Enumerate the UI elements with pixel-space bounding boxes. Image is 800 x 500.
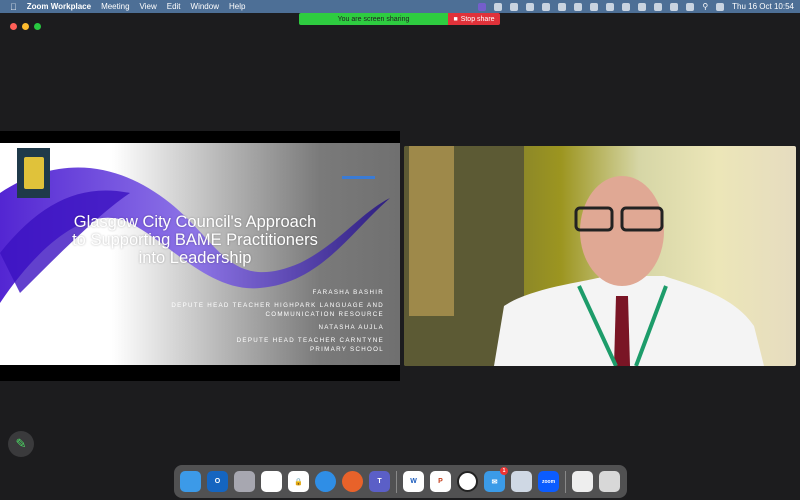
presentation-slide: Glasgow City Council's Approach to Suppo…: [0, 143, 400, 365]
dock-powerpoint-icon[interactable]: P: [430, 471, 451, 492]
status-icon[interactable]: [590, 2, 599, 11]
clock[interactable]: Thu 16 Oct 10:54: [732, 2, 794, 11]
dock: O 🔒 T W P ✉ 1 zoom: [174, 465, 627, 498]
stop-icon: ■: [453, 15, 458, 23]
status-icon[interactable]: [622, 2, 631, 11]
participant-video[interactable]: [404, 146, 796, 366]
dock-word-icon[interactable]: W: [403, 471, 424, 492]
stop-share-label: Stop share: [460, 15, 495, 23]
dock-divider: [396, 470, 397, 493]
screen-share-bar: You are screen sharing ■ Stop share: [299, 13, 500, 25]
dock-mail-icon[interactable]: ✉ 1: [484, 467, 508, 492]
cloud-icon[interactable]: [542, 2, 551, 11]
play-icon[interactable]: [654, 2, 663, 11]
search-icon[interactable]: ⚲: [702, 2, 708, 11]
presenter-role: DEPUTE HEAD TEACHER HIGHPARK LANGUAGE AN…: [171, 302, 384, 318]
status-area: ⚲ Thu 16 Oct 10:54: [478, 0, 794, 13]
dock-firefox-icon[interactable]: [342, 471, 363, 492]
dock-outlook-icon[interactable]: O: [207, 471, 228, 492]
wifi-icon[interactable]: [686, 2, 695, 11]
menu-bar:  Zoom Workplace Meeting View Edit Windo…: [0, 0, 800, 13]
minimize-window-button[interactable]: [22, 23, 29, 30]
dock-launchpad-icon[interactable]: [234, 471, 255, 492]
zoom-window-button[interactable]: [34, 23, 41, 30]
dock-school-app-icon[interactable]: [261, 471, 282, 492]
dock-safari-icon[interactable]: [315, 471, 336, 492]
mail-badge: 1: [500, 467, 508, 475]
presenter-role: DEPUTE HEAD TEACHER CARNTYNE PRIMARY SCH…: [236, 337, 384, 353]
dock-divider: [565, 470, 566, 493]
menu-edit[interactable]: Edit: [167, 2, 181, 11]
close-window-button[interactable]: [10, 23, 17, 30]
status-icon[interactable]: [638, 2, 647, 11]
accent-line: [342, 176, 375, 179]
zoom-label: zoom: [541, 478, 556, 485]
glasgow-logo: [17, 148, 50, 198]
presenter-name: FARASHA BASHIR: [312, 289, 384, 296]
status-icon[interactable]: [510, 2, 519, 11]
status-icon[interactable]: [526, 2, 535, 11]
menu-help[interactable]: Help: [229, 2, 245, 11]
dock-clock-icon[interactable]: [457, 471, 478, 492]
dock-finder-icon[interactable]: [180, 471, 201, 492]
status-icon[interactable]: [606, 2, 615, 11]
status-icon[interactable]: [494, 2, 503, 11]
annotate-button[interactable]: ✎: [8, 431, 34, 457]
dock-photos-icon[interactable]: [572, 471, 593, 492]
dock-trash-icon[interactable]: [599, 471, 620, 492]
dock-lock-icon[interactable]: 🔒: [288, 471, 309, 492]
apple-icon[interactable]: : [10, 2, 17, 12]
menu-view[interactable]: View: [140, 2, 157, 11]
menu-meeting[interactable]: Meeting: [101, 2, 129, 11]
participant-image: [404, 146, 764, 366]
slide-title: Glasgow City Council's Approach to Suppo…: [72, 213, 318, 267]
dock-preview-icon[interactable]: [511, 471, 532, 492]
stop-share-button[interactable]: ■ Stop share: [448, 13, 500, 25]
presenter-name: NATASHA AUJLA: [318, 324, 384, 331]
pencil-icon: ✎: [15, 436, 27, 451]
menu-window[interactable]: Window: [191, 2, 219, 11]
dock-zoom-icon[interactable]: zoom: [538, 471, 559, 492]
dock-teams-icon[interactable]: T: [369, 471, 390, 492]
share-status[interactable]: You are screen sharing: [299, 13, 448, 25]
control-center-icon[interactable]: [716, 2, 725, 11]
status-icon[interactable]: [558, 2, 567, 11]
menu-app-name[interactable]: Zoom Workplace: [27, 2, 91, 11]
lock-icon[interactable]: [574, 2, 583, 11]
screen-share-icon[interactable]: [478, 2, 487, 11]
battery-icon[interactable]: [670, 2, 679, 11]
